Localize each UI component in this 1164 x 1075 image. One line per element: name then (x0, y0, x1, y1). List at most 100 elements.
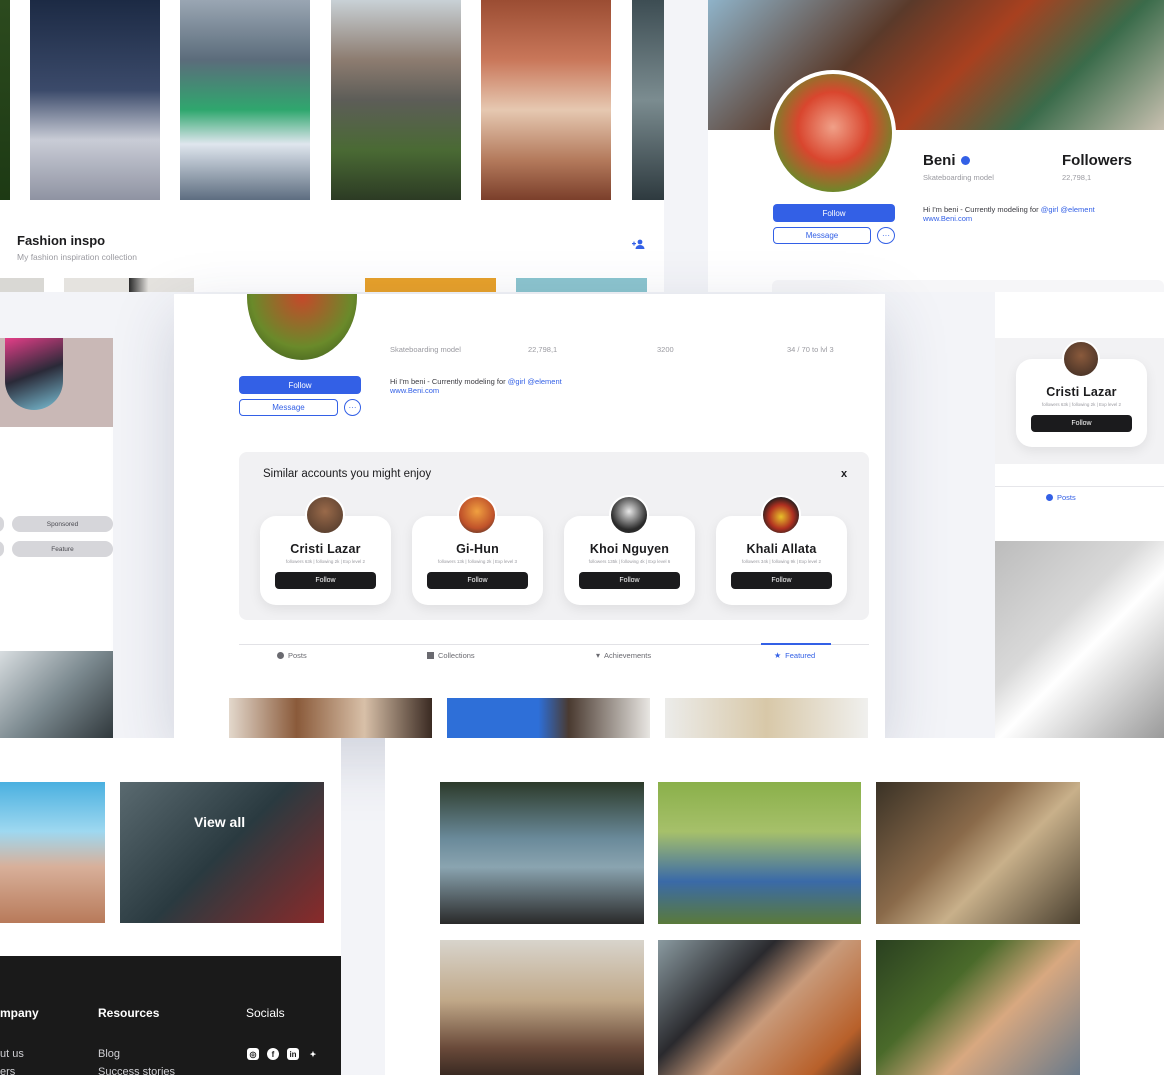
photo-strip-2[interactable] (64, 278, 194, 292)
followers-value: 22,798,1 (1062, 173, 1092, 182)
instagram-icon[interactable]: ◎ (247, 1048, 259, 1060)
main-bio: Hi I'm beni - Currently modeling for @gi… (390, 377, 562, 386)
followers-label: Followers (1062, 152, 1133, 169)
card-follow-button[interactable]: Follow (731, 572, 832, 589)
photo-street[interactable] (0, 651, 113, 738)
tab-featured-label: Featured (785, 651, 816, 660)
card-name: Cristi Lazar (1046, 385, 1117, 399)
view-all-label[interactable]: View all (194, 814, 245, 830)
tab-collections[interactable]: Collections (427, 651, 475, 660)
photo-waves[interactable] (632, 0, 664, 200)
photo-skateboard[interactable] (0, 338, 113, 427)
card-follow-button[interactable]: Follow (427, 572, 528, 589)
gear-icon (277, 652, 284, 659)
bio-tags[interactable]: @girl @element (1041, 205, 1095, 214)
gear-icon (1046, 494, 1053, 501)
photo-forest[interactable] (0, 0, 10, 200)
featured-photo-2[interactable] (447, 698, 650, 738)
card-follow-button[interactable]: Follow (275, 572, 376, 589)
card-stats: followers 34k | following 9k | Exp level… (741, 559, 822, 564)
card-name: Gi-Hun (456, 542, 499, 556)
verified-icon (960, 156, 970, 165)
profile-role: Skateboarding model (923, 173, 994, 182)
card-follow-button[interactable]: Follow (1031, 415, 1132, 432)
main-more-button[interactable]: ··· (344, 399, 361, 416)
gallery-photo-2[interactable] (658, 782, 861, 924)
tab-posts-right[interactable]: Posts (1046, 493, 1076, 502)
close-icon[interactable]: x (841, 468, 847, 480)
photo-strip-3[interactable] (365, 278, 496, 292)
tab-posts[interactable]: Posts (277, 651, 307, 660)
tab-achievements[interactable]: ▾ Achievements (596, 651, 651, 660)
photo-desert-arch[interactable] (481, 0, 611, 200)
bottom-left-panel: View all mpany ut us ers Resources Blog … (0, 738, 341, 1075)
gallery-photo-5[interactable] (658, 940, 861, 1075)
left-middle-panel: Sponsored Feature (0, 338, 113, 738)
footer-col2-title: Resources (98, 1006, 160, 1020)
photo-starry-mountain[interactable] (30, 0, 160, 200)
profile-panel-top: Beni Skateboarding model Followers 22,79… (708, 0, 1164, 292)
photo-white-dress[interactable] (995, 541, 1164, 738)
main-followers-value: 22,798,1 (528, 345, 558, 354)
featured-photo-3[interactable] (665, 698, 868, 738)
photo-view-all[interactable]: View all (120, 782, 324, 923)
photo-strip-1[interactable] (0, 278, 44, 292)
similar-avatar-2[interactable] (457, 495, 497, 535)
pill-left-1[interactable] (0, 516, 4, 532)
facebook-icon[interactable]: f (267, 1048, 279, 1060)
avatar[interactable] (770, 70, 896, 196)
tab-featured[interactable]: ★ Featured (774, 651, 815, 660)
follow-button[interactable]: Follow (773, 204, 895, 222)
linkedin-icon[interactable]: in (287, 1048, 299, 1060)
main-bio-tags[interactable]: @girl @element (508, 377, 562, 386)
sponsored-pill[interactable]: Sponsored (12, 516, 113, 532)
card-name: Cristi Lazar (290, 542, 361, 556)
star-icon: ★ (774, 650, 782, 660)
pill-left-2[interactable] (0, 541, 4, 557)
footer-col1-link1[interactable]: ut us (0, 1048, 24, 1060)
bio-text: Hi I'm beni - Currently modeling for (923, 205, 1039, 214)
main-following-value: 3200 (657, 345, 674, 354)
photo-skatepark[interactable] (0, 782, 105, 923)
main-follow-button[interactable]: Follow (239, 376, 361, 394)
gallery-photo-3[interactable] (876, 782, 1080, 924)
gallery-photo-6[interactable] (876, 940, 1080, 1075)
bottom-right-gallery (385, 738, 1164, 1075)
add-people-icon[interactable] (632, 236, 646, 249)
gallery-photo-1[interactable] (440, 782, 644, 924)
tab-posts-right-label: Posts (1057, 493, 1076, 502)
collections-icon (427, 652, 434, 659)
profile-website[interactable]: www.Beni.com (923, 214, 972, 223)
footer-col1-link2[interactable]: ers (0, 1066, 15, 1075)
featured-photo-1[interactable] (229, 698, 432, 738)
profile-bio: Hi I'm beni - Currently modeling for @gi… (923, 205, 1095, 214)
photo-dolomites[interactable] (331, 0, 461, 200)
gallery-photo-4[interactable] (440, 940, 644, 1075)
footer-success-link[interactable]: Success stories (98, 1066, 175, 1075)
main-message-button[interactable]: Message (239, 399, 338, 416)
message-button[interactable]: Message (773, 227, 871, 244)
main-role: Skateboarding model (390, 345, 461, 354)
collection-subtitle: My fashion inspiration collection (17, 252, 138, 262)
more-button[interactable]: ··· (877, 227, 895, 244)
similar-avatar-1[interactable] (305, 495, 345, 535)
main-website[interactable]: www.Beni.com (390, 386, 439, 395)
profile-name-text: Beni (923, 152, 956, 169)
main-header-partial (390, 328, 870, 338)
right-middle-panel: Cristi Lazar followers 63k | following 2… (995, 292, 1164, 738)
main-avatar-bottom (247, 294, 357, 360)
tab-posts-label: Posts (288, 651, 307, 660)
similar-avatar-3[interactable] (609, 495, 649, 535)
photo-aurora[interactable] (180, 0, 310, 200)
right-card-avatar[interactable] (1062, 340, 1100, 378)
twitter-icon[interactable]: ✦ (307, 1048, 319, 1060)
main-profile-panel: Skateboarding model 22,798,1 3200 34 / 7… (174, 294, 885, 738)
card-follow-button[interactable]: Follow (579, 572, 680, 589)
feature-pill[interactable]: Feature (12, 541, 113, 557)
footer-blog-link[interactable]: Blog (98, 1048, 120, 1060)
card-stats: followers 63k | following 2k | Exp level… (285, 559, 366, 564)
similar-accounts-box: Similar accounts you might enjoy x Crist… (239, 452, 869, 620)
card-stats: followers 63k | following 2k | Exp level… (1041, 402, 1122, 407)
similar-avatar-4[interactable] (761, 495, 801, 535)
photo-strip-4[interactable] (516, 278, 647, 292)
